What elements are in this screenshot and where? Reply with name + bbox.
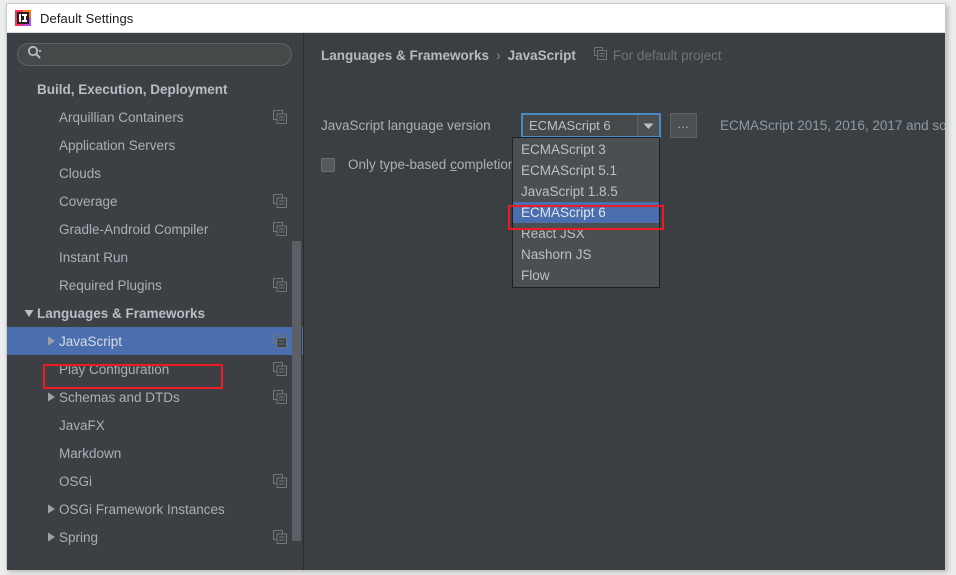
sidebar-item-build-execution-deployment[interactable]: Build, Execution, Deployment — [7, 75, 304, 103]
sidebar-item-label: Schemas and DTDs — [59, 390, 180, 405]
settings-tree: Build, Execution, Deployment Arquillian C… — [7, 75, 304, 570]
sidebar-item-label: Languages & Frameworks — [37, 306, 205, 321]
language-version-label: JavaScript language version — [321, 118, 521, 133]
copy-settings-icon[interactable] — [273, 530, 287, 547]
sidebar-item-label: JavaScript — [59, 334, 122, 349]
title-bar: Default Settings — [7, 4, 945, 33]
breadcrumb-separator-icon: › — [496, 48, 501, 63]
sidebar-item-gradle-android-compiler[interactable]: Gradle-Android Compiler — [7, 215, 304, 243]
sidebar-item-label: Markdown — [59, 446, 121, 461]
copy-settings-icon[interactable] — [273, 110, 287, 127]
sidebar-item-required-plugins[interactable]: Required Plugins — [7, 271, 304, 299]
sidebar-item-label: Clouds — [59, 166, 101, 181]
copy-settings-icon[interactable] — [273, 278, 287, 295]
window-title: Default Settings — [40, 11, 133, 26]
dropdown-option-react-jsx[interactable]: React JSX — [513, 223, 659, 244]
type-based-completion-checkbox[interactable] — [321, 158, 335, 172]
sidebar-item-markdown[interactable]: Markdown — [7, 439, 304, 467]
sidebar-item-play-configuration[interactable]: Play Configuration — [7, 355, 304, 383]
dropdown-option-ecmascript-6[interactable]: ECMAScript 6 — [513, 202, 659, 223]
sidebar-item-instant-run[interactable]: Instant Run — [7, 243, 304, 271]
settings-window: Default Settings Build, Execution, Dep — [6, 3, 946, 569]
project-scope-label: For default project — [613, 48, 722, 63]
sidebar-item-label: Build, Execution, Deployment — [37, 82, 228, 97]
sidebar-item-label: Arquillian Containers — [59, 110, 184, 125]
sidebar-item-label: OSGi — [59, 474, 92, 489]
sidebar-item-spring[interactable]: Spring — [7, 523, 304, 551]
sidebar-item-label: Spring — [59, 530, 98, 545]
copy-settings-icon[interactable] — [273, 362, 287, 379]
language-version-more-button[interactable]: … — [670, 113, 697, 138]
settings-content: Build, Execution, Deployment Arquillian C… — [7, 33, 945, 570]
intellij-idea-icon — [15, 10, 31, 26]
search-icon — [27, 45, 42, 65]
dropdown-option-nashorn-js[interactable]: Nashorn JS — [513, 244, 659, 265]
chevron-right-icon[interactable] — [43, 532, 59, 542]
language-version-dropdown-list[interactable]: ECMAScript 3ECMAScript 5.1JavaScript 1.8… — [512, 137, 660, 288]
dropdown-option-ecmascript-3[interactable]: ECMAScript 3 — [513, 139, 659, 160]
dropdown-option-ecmascript-5-1[interactable]: ECMAScript 5.1 — [513, 160, 659, 181]
sidebar-item-schemas-and-dtds[interactable]: Schemas and DTDs — [7, 383, 304, 411]
search-box[interactable] — [17, 43, 292, 66]
dropdown-option-javascript-1-8-5[interactable]: JavaScript 1.8.5 — [513, 181, 659, 202]
sidebar-item-osgi-framework-instances[interactable]: OSGi Framework Instances — [7, 495, 304, 523]
copy-settings-icon[interactable] — [273, 222, 287, 239]
chevron-down-icon[interactable] — [637, 115, 659, 136]
sidebar-item-osgi[interactable]: OSGi — [7, 467, 304, 495]
language-version-value: ECMAScript 6 — [523, 118, 637, 133]
sidebar-item-label: Gradle-Android Compiler — [59, 222, 208, 237]
breadcrumb: Languages & Frameworks › JavaScript For … — [321, 47, 722, 63]
copy-settings-icon[interactable] — [273, 474, 287, 491]
language-version-row: JavaScript language version ECMAScript 6… — [321, 113, 945, 138]
sidebar-item-label: Play Configuration — [59, 362, 169, 377]
dropdown-option-flow[interactable]: Flow — [513, 265, 659, 286]
sidebar-item-languages-frameworks[interactable]: Languages & Frameworks — [7, 299, 304, 327]
sidebar-item-arquillian-containers[interactable]: Arquillian Containers — [7, 103, 304, 131]
type-based-completion-label: Only type-based completion — [348, 157, 515, 172]
chevron-right-icon[interactable] — [43, 336, 59, 346]
settings-detail-panel: Languages & Frameworks › JavaScript For … — [305, 33, 945, 570]
settings-sidebar: Build, Execution, Deployment Arquillian C… — [7, 33, 304, 570]
copy-settings-icon[interactable] — [273, 334, 287, 351]
language-version-combobox[interactable]: ECMAScript 6 — [521, 113, 661, 138]
copy-settings-icon[interactable] — [273, 390, 287, 407]
chevron-right-icon[interactable] — [43, 392, 59, 402]
language-version-description: ECMAScript 2015, 2016, 2017 and some — [720, 118, 945, 133]
sidebar-item-label: Coverage — [59, 194, 118, 209]
sidebar-scrollbar-thumb[interactable] — [292, 241, 301, 541]
sidebar-item-javascript[interactable]: JavaScript — [7, 327, 304, 355]
breadcrumb-current: JavaScript — [508, 48, 576, 63]
sidebar-scrollbar-track[interactable] — [293, 33, 302, 570]
sidebar-item-label: Required Plugins — [59, 278, 162, 293]
copy-settings-icon[interactable] — [273, 194, 287, 211]
breadcrumb-parent[interactable]: Languages & Frameworks — [321, 48, 489, 63]
sidebar-item-label: Instant Run — [59, 250, 128, 265]
sidebar-item-label: Application Servers — [59, 138, 175, 153]
sidebar-item-application-servers[interactable]: Application Servers — [7, 131, 304, 159]
copy-settings-icon — [594, 47, 607, 63]
type-based-completion-row[interactable]: Only type-based completion — [321, 157, 515, 172]
chevron-down-icon[interactable] — [21, 309, 37, 318]
sidebar-item-javafx[interactable]: JavaFX — [7, 411, 304, 439]
sidebar-item-label: JavaFX — [59, 418, 105, 433]
sidebar-item-label: OSGi Framework Instances — [59, 502, 225, 517]
search-input[interactable] — [42, 44, 291, 65]
chevron-right-icon[interactable] — [43, 504, 59, 514]
sidebar-item-clouds[interactable]: Clouds — [7, 159, 304, 187]
sidebar-item-coverage[interactable]: Coverage — [7, 187, 304, 215]
project-scope[interactable]: For default project — [594, 47, 722, 63]
ellipsis-icon: … — [677, 117, 690, 131]
search-field-wrap[interactable] — [17, 43, 292, 66]
